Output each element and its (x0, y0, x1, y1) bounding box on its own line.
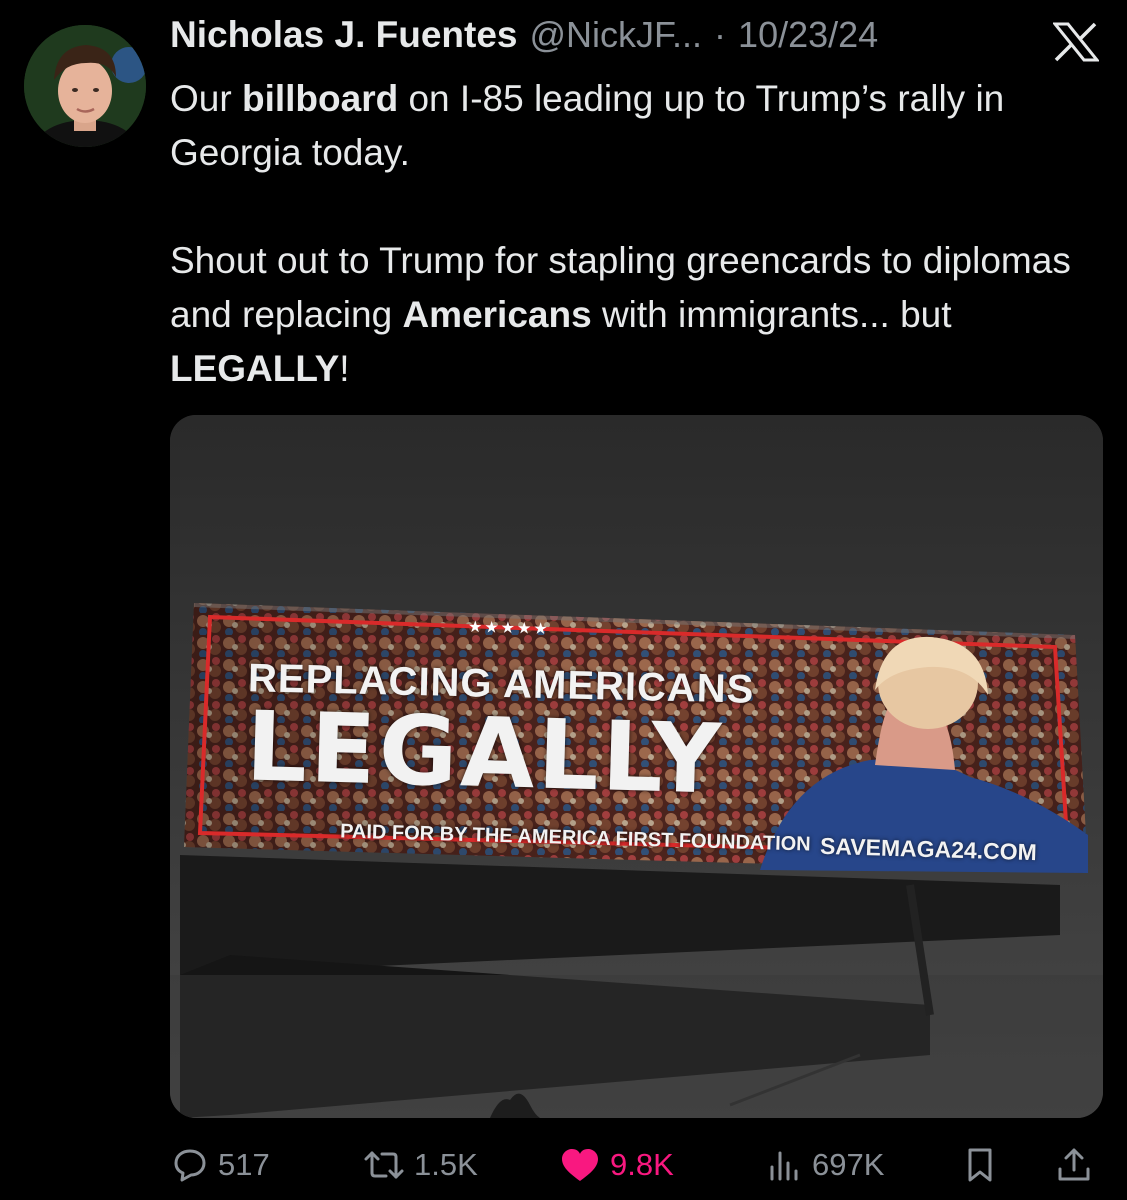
tweet-header: Nicholas J. Fuentes @NickJF... · 10/23/2… (170, 14, 878, 66)
heart-icon (562, 1149, 598, 1181)
billboard-big-word: LEGALLY (244, 690, 726, 816)
like-button[interactable]: 9.8K (558, 1140, 674, 1190)
retweet-count: 1.5K (414, 1147, 478, 1182)
tweet-text: Our billboard on I-85 leading up to Trum… (170, 72, 1100, 396)
tweet-actions: 517 1.5K 9.8K 697K (170, 1140, 1105, 1190)
tweet: Nicholas J. Fuentes @NickJF... · 10/23/2… (0, 0, 1127, 1200)
bold-text: Americans (402, 294, 592, 335)
user-handle[interactable]: @NickJF... (530, 14, 703, 56)
bookmark-button[interactable] (960, 1140, 1000, 1190)
text-span: ! (339, 348, 350, 389)
x-logo-icon (1053, 22, 1099, 62)
comment-icon (174, 1149, 206, 1182)
bold-text: billboard (241, 78, 399, 119)
reply-button[interactable]: 517 (170, 1140, 270, 1190)
tweet-media-photo[interactable]: ★★★★★ REPLACING AMERICANS LEGALLY PAID F… (170, 415, 1103, 1118)
bookmark-icon (968, 1148, 992, 1182)
views-button[interactable]: 697K (764, 1140, 884, 1190)
text-span: Our (170, 78, 242, 119)
avatar[interactable] (24, 25, 146, 147)
share-icon (1058, 1148, 1090, 1181)
views-count: 697K (812, 1147, 885, 1182)
share-button[interactable] (1054, 1140, 1094, 1190)
avatar-image (24, 25, 146, 147)
retweet-button[interactable]: 1.5K (362, 1140, 478, 1190)
reply-count: 517 (218, 1147, 270, 1182)
tweet-paragraph-1: Our billboard on I-85 leading up to Trum… (170, 72, 1100, 180)
separator: · (714, 14, 727, 55)
retweet-icon (364, 1151, 404, 1179)
tweet-date[interactable]: 10/23/24 (738, 14, 878, 56)
tweet-paragraph-2: Shout out to Trump for stapling greencar… (170, 234, 1100, 396)
display-name[interactable]: Nicholas J. Fuentes (170, 14, 518, 56)
bold-text: LEGALLY (170, 348, 340, 389)
views-chart-icon (770, 1151, 798, 1181)
billboard-stars: ★★★★★ (467, 618, 550, 639)
like-count: 9.8K (610, 1147, 674, 1182)
text-span: with immigrants... but (591, 294, 952, 335)
